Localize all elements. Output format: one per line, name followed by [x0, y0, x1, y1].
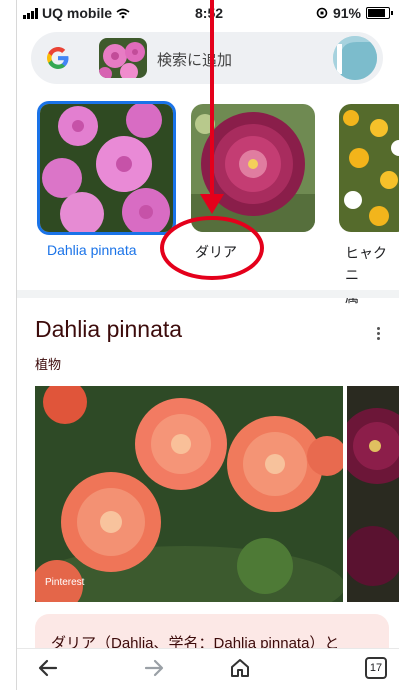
search-bar[interactable]: 検索に追加	[31, 32, 383, 84]
tab-count: 17	[369, 662, 383, 674]
avatar[interactable]	[333, 36, 377, 80]
carrier-label: UQ mobile	[42, 5, 113, 21]
result-image-main[interactable]: Pinterest	[35, 386, 343, 602]
frame-edge	[0, 0, 16, 690]
result-image-secondary[interactable]	[347, 386, 399, 602]
section-divider	[17, 290, 399, 298]
bottom-navigation: 17	[17, 648, 399, 691]
battery-icon	[366, 7, 393, 19]
app-window: UQ mobile 8:52 91% 検索に追加 Dahlia pinnata …	[16, 0, 399, 691]
battery-percent: 91%	[332, 5, 361, 21]
carousel-card-dahlia[interactable]	[191, 104, 315, 232]
home-icon[interactable]	[229, 657, 251, 679]
carousel-label-zinnia[interactable]: ヒャクニ 属	[345, 242, 399, 308]
carousel-label-dahlia-pinnata[interactable]: Dahlia pinnata	[47, 242, 137, 258]
carousel-card-zinnia[interactable]	[339, 104, 399, 232]
back-arrow-icon[interactable]	[37, 657, 59, 679]
query-image-thumbnail[interactable]	[99, 38, 147, 78]
forward-arrow-icon[interactable]	[143, 657, 165, 679]
carousel-card-dahlia-pinnata[interactable]	[37, 101, 176, 235]
google-logo-icon[interactable]	[45, 45, 71, 71]
add-to-search-text[interactable]: 検索に追加	[157, 49, 232, 70]
carousel-label-dahlia[interactable]: ダリア	[195, 242, 237, 262]
tabs-button[interactable]: 17	[365, 657, 387, 679]
result-subtitle: 植物	[35, 357, 62, 372]
clock: 8:52	[195, 5, 224, 21]
orientation-lock-icon	[316, 7, 328, 19]
more-options-icon[interactable]	[368, 322, 388, 344]
wifi-icon	[116, 8, 130, 18]
status-bar: UQ mobile 8:52 91%	[17, 0, 399, 26]
result-title: Dahlia pinnata	[35, 316, 183, 342]
image-source-label: Pinterest	[45, 577, 85, 588]
signal-icon	[23, 7, 38, 19]
